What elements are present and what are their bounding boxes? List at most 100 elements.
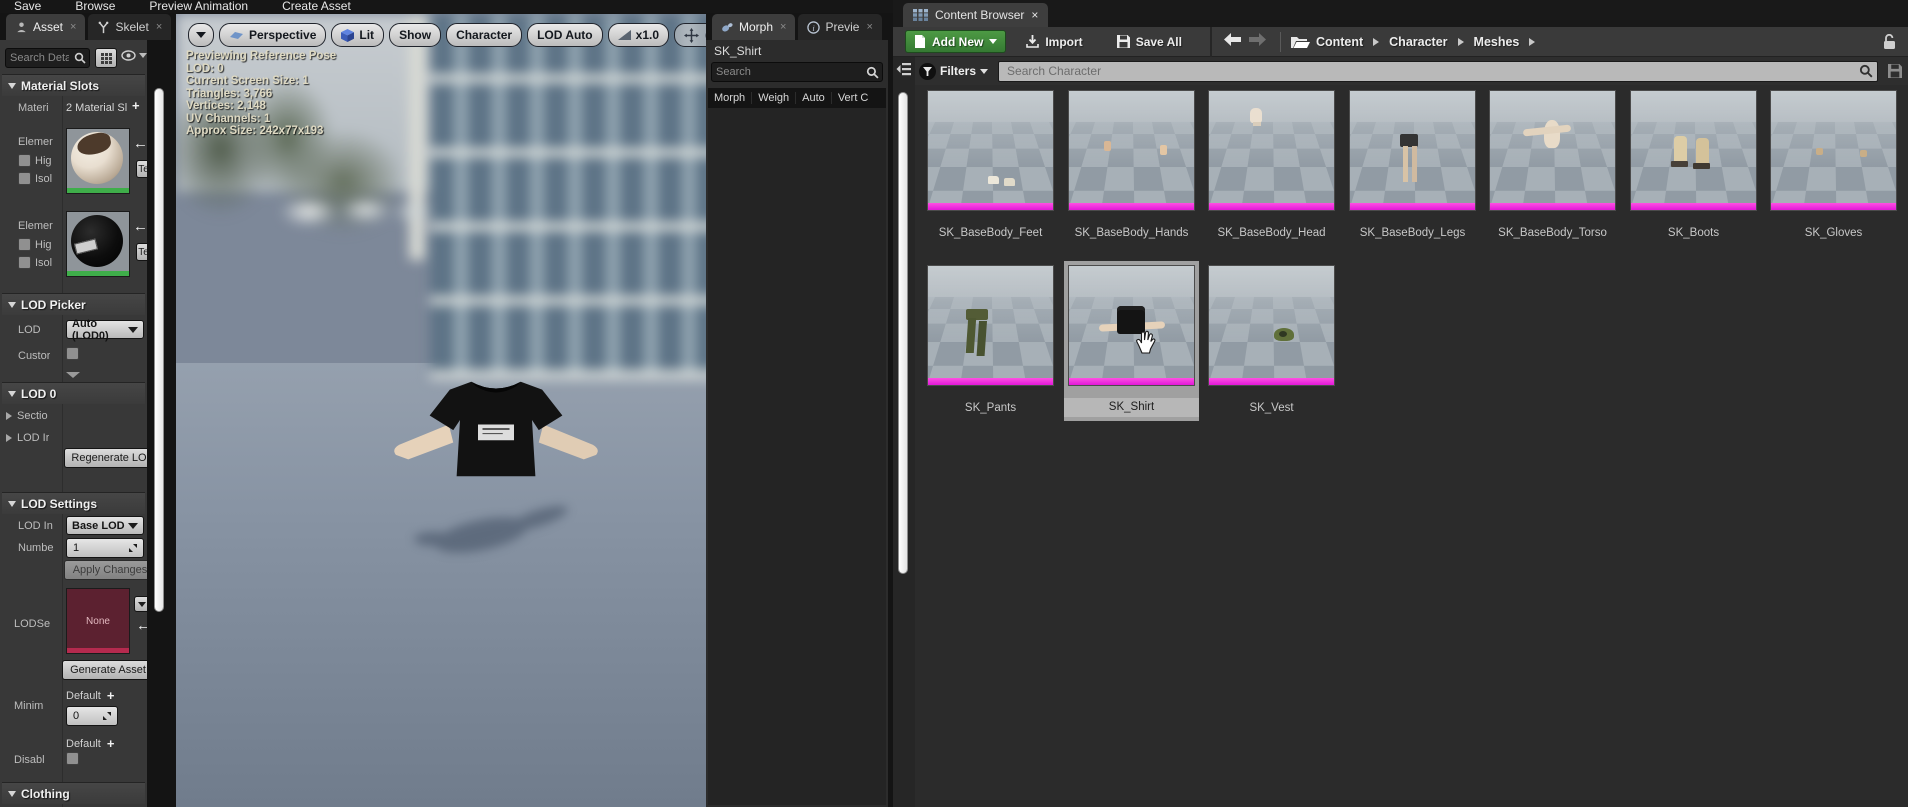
- lod-picker-dropdown[interactable]: Auto (LOD0): [66, 320, 144, 339]
- tab-skeleton-tree[interactable]: Skelet ×: [88, 14, 171, 40]
- lit-mode-button[interactable]: Lit: [331, 23, 384, 47]
- asset-tile[interactable]: SK_BaseBody_Hands: [1068, 90, 1195, 239]
- asset-tile[interactable]: SK_BaseBody_Feet: [927, 90, 1054, 239]
- breadcrumb-character[interactable]: Character: [1383, 35, 1453, 49]
- sources-toggle-icon[interactable]: [896, 62, 912, 78]
- lod-info-expander[interactable]: LOD Ir: [6, 432, 49, 444]
- close-icon[interactable]: ×: [866, 21, 872, 33]
- forward-button[interactable]: [1245, 33, 1270, 50]
- asset-tile[interactable]: SK_Pants: [927, 265, 1054, 414]
- asset-tile[interactable]: SK_BaseBody_Head: [1208, 90, 1335, 239]
- transform-gizmo-buttons[interactable]: [674, 23, 706, 47]
- lod-settings-combo-button[interactable]: [134, 596, 147, 612]
- lod-settings-asset-thumbnail[interactable]: None: [66, 588, 130, 654]
- use-selected-arrow-icon[interactable]: ←: [136, 620, 147, 632]
- menu-preview-animation[interactable]: Preview Animation: [149, 0, 248, 13]
- material-thumbnail-shirt[interactable]: [66, 128, 130, 194]
- column-weight[interactable]: Weigh: [752, 92, 796, 104]
- section-material-slots[interactable]: Material Slots: [2, 74, 145, 96]
- highlight-checkbox[interactable]: [18, 238, 31, 251]
- use-selected-arrow-icon[interactable]: ←: [133, 221, 147, 233]
- close-icon[interactable]: ×: [1031, 8, 1038, 22]
- close-icon[interactable]: ×: [70, 21, 76, 33]
- perspective-button[interactable]: Perspective: [219, 23, 326, 47]
- menu-browse[interactable]: Browse: [75, 0, 115, 13]
- asset-tile[interactable]: SK_Boots: [1630, 90, 1757, 239]
- texture-button[interactable]: Tex: [136, 160, 147, 178]
- morph-target-list-empty[interactable]: [708, 108, 886, 805]
- lod-auto-button[interactable]: LOD Auto: [527, 23, 603, 47]
- close-icon[interactable]: ×: [780, 21, 786, 33]
- tab-preview-scene-settings[interactable]: i Previe ×: [798, 14, 881, 40]
- asset-search: [998, 61, 1878, 82]
- skeletal-mesh-color-bar: [1209, 203, 1334, 210]
- use-selected-arrow-icon[interactable]: ←: [133, 138, 147, 150]
- material-color-bar: [67, 188, 129, 193]
- texture-button[interactable]: Tex: [136, 243, 147, 261]
- sections-expander[interactable]: Sectio: [6, 410, 48, 422]
- filters-button[interactable]: Filters: [919, 63, 988, 80]
- tab-morph-target-previewer[interactable]: Morph ×: [712, 14, 795, 40]
- import-button[interactable]: Import: [1016, 30, 1092, 53]
- asset-thumbnail: [927, 90, 1054, 211]
- asset-tile[interactable]: SK_BaseBody_Legs: [1349, 90, 1476, 239]
- isolate-checkbox[interactable]: [18, 256, 31, 269]
- column-morph-name[interactable]: Morph: [708, 92, 752, 104]
- property-matrix-button[interactable]: [95, 48, 117, 68]
- save-icon: [1117, 35, 1130, 48]
- menu-save[interactable]: Save: [14, 0, 41, 13]
- tab-content-browser[interactable]: Content Browser ×: [903, 3, 1048, 27]
- asset-tile[interactable]: SK_Gloves: [1770, 90, 1897, 239]
- content-browser-scrollbar[interactable]: [898, 92, 908, 574]
- asset-tile[interactable]: SK_Shirt: [1068, 265, 1195, 417]
- show-menu-button[interactable]: Show: [389, 23, 441, 47]
- minimum-lod-spinbox[interactable]: 0: [66, 706, 118, 726]
- chevron-down-icon: [989, 39, 997, 44]
- add-override-icon[interactable]: +: [107, 736, 115, 751]
- add-material-slot-button[interactable]: +: [132, 98, 140, 113]
- material-thumbnail-logo[interactable]: [66, 211, 130, 277]
- breadcrumb-content[interactable]: Content: [1310, 35, 1369, 49]
- highlight-label: Hig: [35, 155, 52, 167]
- character-menu-button[interactable]: Character: [446, 23, 522, 47]
- close-icon[interactable]: ×: [156, 21, 162, 33]
- apply-changes-button[interactable]: Apply Changes: [64, 560, 147, 580]
- custom-checkbox[interactable]: [66, 347, 79, 360]
- custom-row-label: Custor: [18, 350, 50, 362]
- section-clothing[interactable]: Clothing: [2, 782, 145, 804]
- regenerate-lod-button[interactable]: Regenerate LO: [64, 448, 147, 468]
- isolate-checkbox[interactable]: [18, 172, 31, 185]
- section-lod0[interactable]: LOD 0: [2, 382, 145, 404]
- column-vert-count[interactable]: Vert C: [832, 92, 875, 104]
- asset-tile[interactable]: SK_BaseBody_Torso: [1489, 90, 1616, 239]
- view-options-button[interactable]: [121, 50, 147, 61]
- details-scrollbar[interactable]: [154, 88, 164, 612]
- add-override-icon[interactable]: +: [107, 688, 115, 703]
- lock-open-icon[interactable]: [1883, 34, 1896, 50]
- tab-asset-details[interactable]: Asset ×: [6, 14, 85, 40]
- preview-viewport[interactable]: Perspective Lit Show Character LOD Auto …: [176, 14, 706, 807]
- asset-tile[interactable]: SK_Vest: [1208, 265, 1335, 414]
- viewport-options-button[interactable]: [188, 23, 214, 47]
- generate-asset-button[interactable]: Generate Asset: [62, 660, 147, 680]
- expand-section-chevron[interactable]: [66, 372, 80, 378]
- section-lod-settings[interactable]: LOD Settings: [2, 492, 145, 514]
- save-search-icon[interactable]: [1888, 64, 1902, 78]
- highlight-checkbox[interactable]: [18, 154, 31, 167]
- asset-search-input[interactable]: [998, 61, 1878, 82]
- morph-search-input[interactable]: [711, 62, 883, 82]
- column-auto[interactable]: Auto: [796, 92, 832, 104]
- thumbnail-mesh-preview: [1209, 91, 1334, 210]
- section-lod-picker[interactable]: LOD Picker: [2, 293, 145, 315]
- breadcrumb-meshes[interactable]: Meshes: [1468, 35, 1526, 49]
- number-of-lods-spinbox[interactable]: 1: [66, 538, 144, 558]
- add-new-button[interactable]: Add New: [905, 30, 1006, 53]
- playback-speed-button[interactable]: x1.0: [608, 23, 669, 47]
- asset-label: SK_BaseBody_Torso: [1489, 227, 1616, 239]
- save-all-button[interactable]: Save All: [1107, 30, 1192, 53]
- back-button[interactable]: [1220, 33, 1245, 50]
- disable-checkbox[interactable]: [66, 752, 79, 765]
- isolate-row: Isol: [18, 172, 52, 185]
- menu-create-asset[interactable]: Create Asset: [282, 0, 351, 13]
- lod-import-dropdown[interactable]: Base LOD: [66, 516, 144, 535]
